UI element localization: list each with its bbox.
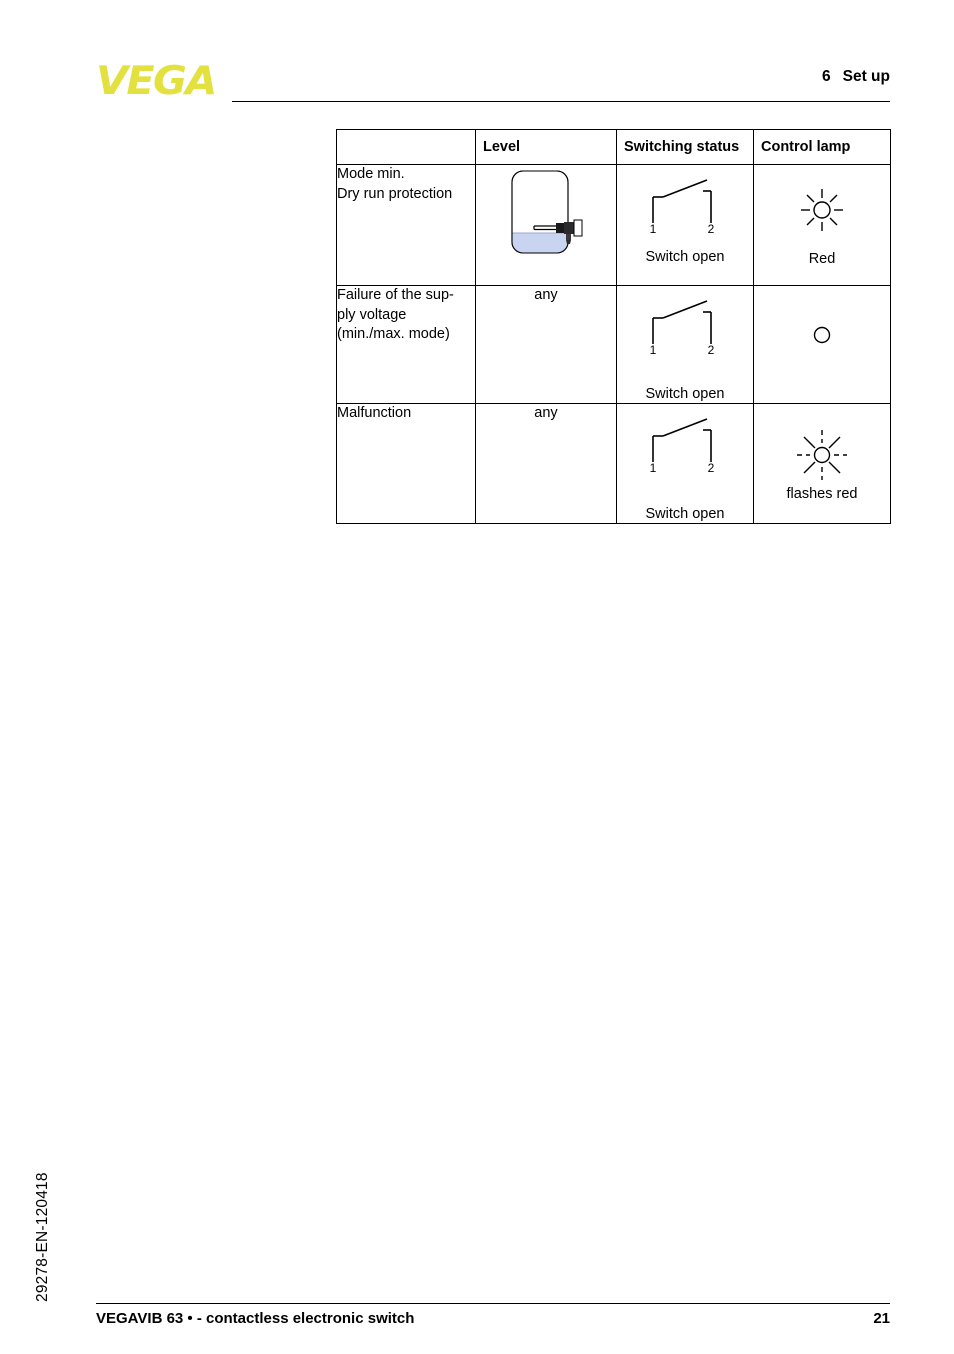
footer-title: VEGAVIB 63 • - contactless electronic sw… [96,1310,415,1327]
row-control-lamp: Red [753,164,891,286]
row-switching-status: 1 2 Switch open [616,285,754,404]
row-description-line: Dry run protection [337,185,453,202]
switch-terminal-1-label: 1 [650,222,657,233]
switch-open-icon: 1 2 [650,300,715,354]
row-description-line: ply voltage [337,306,407,323]
row-description: Mode min. Dry run protection [336,164,476,286]
switch-diagram: 1 2 [617,286,753,366]
switch-caption: Switch open [645,386,725,402]
row-level: any [475,285,617,404]
switch-diagram: 1 2 [617,165,753,245]
vega-logo: VEGA [96,59,217,104]
vessel-with-sensor-icon [511,170,583,254]
table-header-row: Level Switching status Control lamp [336,129,891,165]
switch-caption: Switch open [645,249,725,265]
row-description: Malfunction [336,403,476,524]
header-rule [232,101,890,102]
switch-open-icon: 1 2 [650,418,715,472]
row-switching-status: 1 2 Switch open [616,403,754,524]
lamp-diagram [754,286,890,362]
table-row: Failure of the sup- ply voltage (min./ma… [336,285,891,404]
switch-terminal-2-label: 2 [708,222,715,233]
status-table: Level Switching status Control lamp Mode… [336,129,891,524]
switch-diagram: 1 2 [617,404,753,484]
row-switching-status: 1 2 Switch open [616,164,754,286]
header-chapter: 6 Set up [822,68,890,86]
level-value: any [534,287,558,303]
lamp-lit-icon [801,189,843,231]
switch-terminal-1-label: 1 [650,343,657,354]
footer-page-number: 21 [873,1310,890,1327]
row-level [475,164,617,286]
table-row: Mode min. Dry run protection 1 2 Switch … [336,164,891,286]
row-description-line: Failure of the sup- [337,287,454,303]
footer-rule [96,1303,890,1304]
page-footer: VEGAVIB 63 • - contactless electronic sw… [96,1310,890,1334]
switch-open-icon: 1 2 [650,179,715,233]
chapter-title: Set up [842,68,890,85]
vessel-diagram [476,165,616,265]
switch-caption: Switch open [645,506,725,522]
page-header: VEGA 6 Set up [96,62,890,108]
document-code: 29278-EN-120418 [34,1172,51,1302]
switch-terminal-1-label: 1 [650,461,657,472]
lamp-caption: flashes red [786,486,858,502]
column-header-switching-status: Switching status [616,129,754,165]
column-header-level: Level [475,129,617,165]
chapter-number: 6 [822,68,831,85]
row-control-lamp: flashes red [753,403,891,524]
switch-terminal-2-label: 2 [708,343,715,354]
level-value: any [534,405,558,421]
column-header-control-lamp: Control lamp [753,129,891,165]
lamp-diagram [754,165,890,241]
lamp-flashing-icon [797,430,847,480]
lamp-off-icon [813,326,831,344]
row-level: any [475,403,617,524]
row-description-line: Mode min. [337,166,405,182]
row-description-line: Malfunction [337,405,412,421]
column-header-blank [336,129,476,165]
lamp-diagram [754,404,890,480]
table-row: Malfunction any 1 2 Switch open flashes … [336,403,891,524]
lamp-caption: Red [808,251,836,267]
row-control-lamp [753,285,891,404]
row-description: Failure of the sup- ply voltage (min./ma… [336,285,476,404]
row-description-line: (min./max. mode) [337,326,450,342]
switch-terminal-2-label: 2 [708,461,715,472]
